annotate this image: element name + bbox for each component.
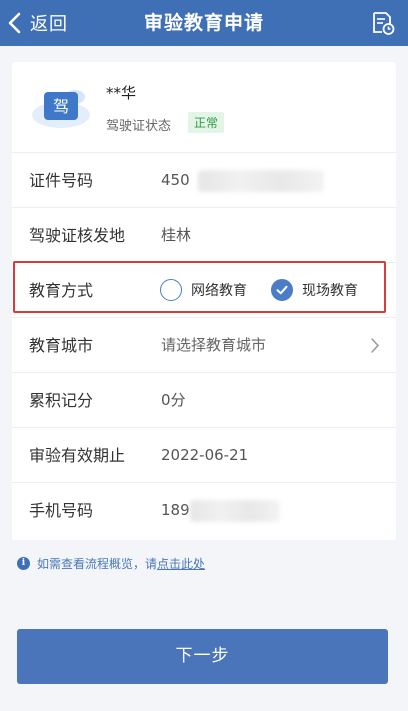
document-clock-icon[interactable]	[370, 10, 396, 36]
info-icon: i	[17, 556, 30, 570]
chevron-left-icon	[8, 12, 21, 34]
id-number-value: 450	[161, 171, 190, 189]
next-step-button[interactable]: 下一步	[17, 629, 388, 684]
nav-bar: 返回 审验教育申请	[0, 0, 408, 46]
row-points: 累积记分 0分	[12, 372, 396, 427]
issue-place-value: 桂林	[161, 226, 192, 244]
chevron-right-icon	[371, 338, 380, 353]
row-id-number: 证件号码 450	[12, 152, 396, 207]
phone-label: 手机号码	[29, 501, 94, 520]
back-label: 返回	[30, 14, 68, 35]
back-button[interactable]: 返回	[6, 0, 68, 46]
row-expiry: 审验有效期止 2022-06-21	[12, 427, 396, 482]
redaction-blur	[198, 170, 324, 192]
id-number-label: 证件号码	[29, 171, 94, 190]
edu-mode-label: 教育方式	[29, 281, 94, 300]
expiry-value: 2022-06-21	[161, 446, 249, 464]
info-note: i 如需查看流程概览，请 点击此处	[17, 555, 205, 571]
info-text: 如需查看流程概览，请	[37, 556, 158, 571]
avatar-glyph: 驾	[53, 97, 69, 116]
points-value: 0分	[161, 391, 186, 409]
option-onsite-education[interactable]: 现场教育	[271, 278, 358, 302]
profile-name: **华	[106, 84, 137, 102]
option-onsite-label: 现场教育	[302, 283, 358, 299]
edu-city-label: 教育城市	[29, 336, 94, 355]
license-status-label: 驾驶证状态	[106, 119, 172, 134]
checkmark-icon	[276, 285, 288, 295]
issue-place-label: 驾驶证核发地	[29, 226, 126, 245]
info-link[interactable]: 点击此处	[157, 555, 205, 572]
option-online-education[interactable]: 网络教育	[160, 278, 247, 302]
expiry-label: 审验有效期止	[29, 446, 126, 465]
row-phone: 手机号码 189	[12, 482, 396, 537]
profile-section: 驾 **华 驾驶证状态 正常	[12, 62, 396, 152]
radio-unchecked[interactable]	[160, 279, 182, 301]
application-card: 驾 **华 驾驶证状态 正常 证件号码 450 驾驶证核发地 桂林 教育方式 网…	[12, 62, 396, 540]
redaction-blur	[190, 500, 280, 522]
status-badge: 正常	[188, 112, 225, 133]
points-label: 累积记分	[29, 391, 94, 410]
license-avatar: 驾	[30, 82, 92, 132]
row-edu-city[interactable]: 教育城市 请选择教育城市	[12, 317, 396, 372]
radio-checked[interactable]	[271, 279, 293, 301]
phone-value: 189	[161, 501, 190, 519]
row-issue-place: 驾驶证核发地 桂林	[12, 207, 396, 262]
row-edu-mode: 教育方式 网络教育 现场教育	[12, 262, 396, 317]
option-online-label: 网络教育	[191, 283, 247, 299]
edu-city-placeholder: 请选择教育城市	[161, 336, 267, 354]
